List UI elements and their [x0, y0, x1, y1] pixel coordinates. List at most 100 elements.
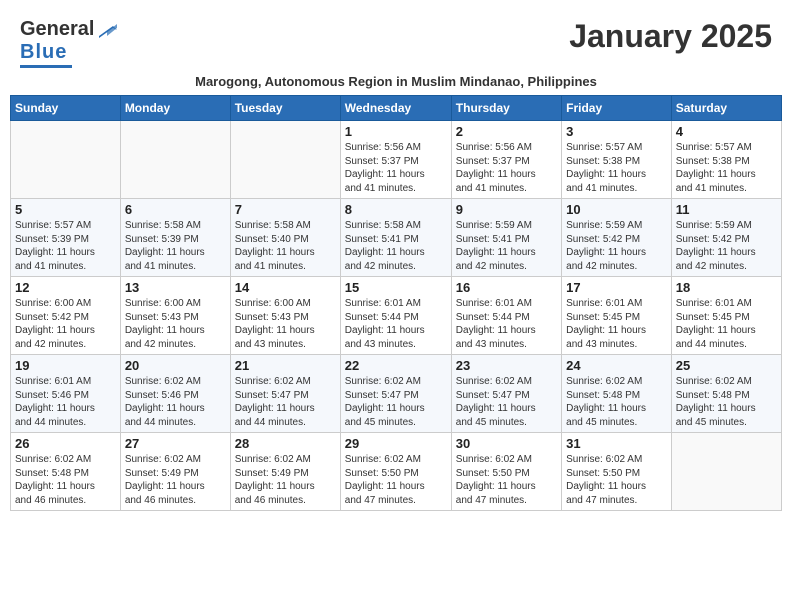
day-info: Sunrise: 6:02 AMSunset: 5:50 PMDaylight:… — [566, 453, 667, 507]
day-info: Sunrise: 6:02 AMSunset: 5:50 PMDaylight:… — [345, 453, 447, 507]
calendar-cell: 27Sunrise: 6:02 AMSunset: 5:49 PMDayligh… — [120, 433, 230, 511]
day-info: Sunrise: 5:56 AMSunset: 5:37 PMDaylight:… — [456, 141, 557, 195]
day-number: 21 — [235, 358, 336, 373]
day-info: Sunrise: 5:58 AMSunset: 5:39 PMDaylight:… — [125, 219, 226, 273]
day-number: 22 — [345, 358, 447, 373]
weekday-header-tuesday: Tuesday — [230, 96, 340, 121]
calendar-cell: 18 Sunrise: 6:01 AMSunset: 5:45 PMDayligh… — [671, 277, 781, 355]
calendar-cell: 25 Sunrise: 6:02 AMSunset: 5:48 PMDayligh… — [671, 355, 781, 433]
calendar-cell: 11 Sunrise: 5:59 AMSunset: 5:42 PMDayligh… — [671, 199, 781, 277]
day-info: Sunrise: 6:02 AMSunset: 5:49 PMDaylight:… — [235, 453, 336, 507]
calendar-cell: 9Sunrise: 5:59 AMSunset: 5:41 PMDaylight… — [451, 199, 561, 277]
day-info: Sunrise: 5:59 AMSunset: 5:42 PMDaylight:… — [676, 219, 777, 273]
calendar-cell: 19 Sunrise: 6:01 AMSunset: 5:46 PMDayligh… — [11, 355, 121, 433]
day-number: 8 — [345, 202, 447, 217]
day-info: Sunrise: 6:01 AMSunset: 5:45 PMDaylight:… — [676, 297, 777, 351]
day-number: 31 — [566, 436, 667, 451]
calendar-cell — [120, 121, 230, 199]
day-number: 28 — [235, 436, 336, 451]
day-number: 6 — [125, 202, 226, 217]
calendar-cell: 14 Sunrise: 6:00 AMSunset: 5:43 PMDayligh… — [230, 277, 340, 355]
day-number: 20 — [125, 358, 226, 373]
day-info: Sunrise: 6:02 AMSunset: 5:47 PMDaylight:… — [456, 375, 557, 429]
day-number: 2 — [456, 124, 557, 139]
weekday-header-saturday: Saturday — [671, 96, 781, 121]
calendar-table: SundayMondayTuesdayWednesdayThursdayFrid… — [10, 95, 782, 511]
day-number: 23 — [456, 358, 557, 373]
calendar-cell — [230, 121, 340, 199]
day-info: Sunrise: 6:01 AMSunset: 5:44 PMDaylight:… — [345, 297, 447, 351]
calendar-cell: 10Sunrise: 5:59 AMSunset: 5:42 PMDayligh… — [562, 199, 672, 277]
day-number: 24 — [566, 358, 667, 373]
day-info: Sunrise: 6:02 AMSunset: 5:46 PMDaylight:… — [125, 375, 226, 429]
day-info: Sunrise: 6:02 AMSunset: 5:50 PMDaylight:… — [456, 453, 557, 507]
day-number: 27 — [125, 436, 226, 451]
day-info: Sunrise: 6:01 AMSunset: 5:45 PMDaylight:… — [566, 297, 667, 351]
calendar-cell: 15 Sunrise: 6:01 AMSunset: 5:44 PMDayligh… — [340, 277, 451, 355]
calendar-week-5: 26Sunrise: 6:02 AMSunset: 5:48 PMDayligh… — [11, 433, 782, 511]
logo-blue: Blue — [20, 41, 67, 64]
day-number: 12 — [15, 280, 116, 295]
day-number: 29 — [345, 436, 447, 451]
day-info: Sunrise: 6:02 AMSunset: 5:48 PMDaylight:… — [566, 375, 667, 429]
calendar-cell: 16 Sunrise: 6:01 AMSunset: 5:44 PMDayligh… — [451, 277, 561, 355]
calendar-cell: 4Sunrise: 5:57 AMSunset: 5:38 PMDaylight… — [671, 121, 781, 199]
calendar-week-3: 12 Sunrise: 6:00 AMSunset: 5:42 PMDayligh… — [11, 277, 782, 355]
day-number: 3 — [566, 124, 667, 139]
day-number: 17 — [566, 280, 667, 295]
calendar-cell — [11, 121, 121, 199]
calendar-cell: 29 Sunrise: 6:02 AMSunset: 5:50 PMDayligh… — [340, 433, 451, 511]
day-number: 1 — [345, 124, 447, 139]
calendar-cell: 1 Sunrise: 5:56 AMSunset: 5:37 PMDaylight… — [340, 121, 451, 199]
day-number: 5 — [15, 202, 116, 217]
calendar-week-1: 1 Sunrise: 5:56 AMSunset: 5:37 PMDaylight… — [11, 121, 782, 199]
day-info: Sunrise: 6:00 AMSunset: 5:42 PMDaylight:… — [15, 297, 116, 351]
day-number: 30 — [456, 436, 557, 451]
weekday-header-monday: Monday — [120, 96, 230, 121]
day-number: 10 — [566, 202, 667, 217]
day-number: 11 — [676, 202, 777, 217]
day-number: 9 — [456, 202, 557, 217]
day-info: Sunrise: 6:02 AMSunset: 5:48 PMDaylight:… — [676, 375, 777, 429]
day-number: 4 — [676, 124, 777, 139]
day-info: Sunrise: 5:56 AMSunset: 5:37 PMDaylight:… — [345, 141, 447, 195]
day-info: Sunrise: 6:00 AMSunset: 5:43 PMDaylight:… — [125, 297, 226, 351]
weekday-header-thursday: Thursday — [451, 96, 561, 121]
weekday-header-sunday: Sunday — [11, 96, 121, 121]
day-info: Sunrise: 6:00 AMSunset: 5:43 PMDaylight:… — [235, 297, 336, 351]
month-title: January 2025 — [569, 18, 772, 55]
day-info: Sunrise: 6:02 AMSunset: 5:47 PMDaylight:… — [235, 375, 336, 429]
calendar-cell: 28 Sunrise: 6:02 AMSunset: 5:49 PMDayligh… — [230, 433, 340, 511]
calendar-header-row: SundayMondayTuesdayWednesdayThursdayFrid… — [11, 96, 782, 121]
day-number: 19 — [15, 358, 116, 373]
calendar-cell: 6 Sunrise: 5:58 AMSunset: 5:39 PMDaylight… — [120, 199, 230, 277]
day-number: 18 — [676, 280, 777, 295]
logo-icon — [95, 22, 117, 38]
day-info: Sunrise: 6:01 AMSunset: 5:46 PMDaylight:… — [15, 375, 116, 429]
page-header: General Blue January 2025 — [10, 10, 782, 72]
calendar-cell: 8 Sunrise: 5:58 AMSunset: 5:41 PMDaylight… — [340, 199, 451, 277]
day-number: 25 — [676, 358, 777, 373]
day-number: 14 — [235, 280, 336, 295]
subtitle: Marogong, Autonomous Region in Muslim Mi… — [10, 74, 782, 89]
day-number: 16 — [456, 280, 557, 295]
logo-general: General — [20, 18, 94, 41]
day-info: Sunrise: 5:58 AMSunset: 5:40 PMDaylight:… — [235, 219, 336, 273]
calendar-cell: 12 Sunrise: 6:00 AMSunset: 5:42 PMDayligh… — [11, 277, 121, 355]
weekday-header-wednesday: Wednesday — [340, 96, 451, 121]
calendar-cell: 5Sunrise: 5:57 AMSunset: 5:39 PMDaylight… — [11, 199, 121, 277]
calendar-cell: 22 Sunrise: 6:02 AMSunset: 5:47 PMDayligh… — [340, 355, 451, 433]
logo: General Blue — [20, 18, 117, 68]
day-info: Sunrise: 6:01 AMSunset: 5:44 PMDaylight:… — [456, 297, 557, 351]
calendar-cell: 24 Sunrise: 6:02 AMSunset: 5:48 PMDayligh… — [562, 355, 672, 433]
calendar-week-2: 5Sunrise: 5:57 AMSunset: 5:39 PMDaylight… — [11, 199, 782, 277]
calendar-cell: 7Sunrise: 5:58 AMSunset: 5:40 PMDaylight… — [230, 199, 340, 277]
day-info: Sunrise: 6:02 AMSunset: 5:47 PMDaylight:… — [345, 375, 447, 429]
day-number: 15 — [345, 280, 447, 295]
calendar-cell — [671, 433, 781, 511]
day-info: Sunrise: 6:02 AMSunset: 5:48 PMDaylight:… — [15, 453, 116, 507]
calendar-cell: 13Sunrise: 6:00 AMSunset: 5:43 PMDayligh… — [120, 277, 230, 355]
weekday-header-friday: Friday — [562, 96, 672, 121]
calendar-cell: 23 Sunrise: 6:02 AMSunset: 5:47 PMDayligh… — [451, 355, 561, 433]
day-info: Sunrise: 5:58 AMSunset: 5:41 PMDaylight:… — [345, 219, 447, 273]
